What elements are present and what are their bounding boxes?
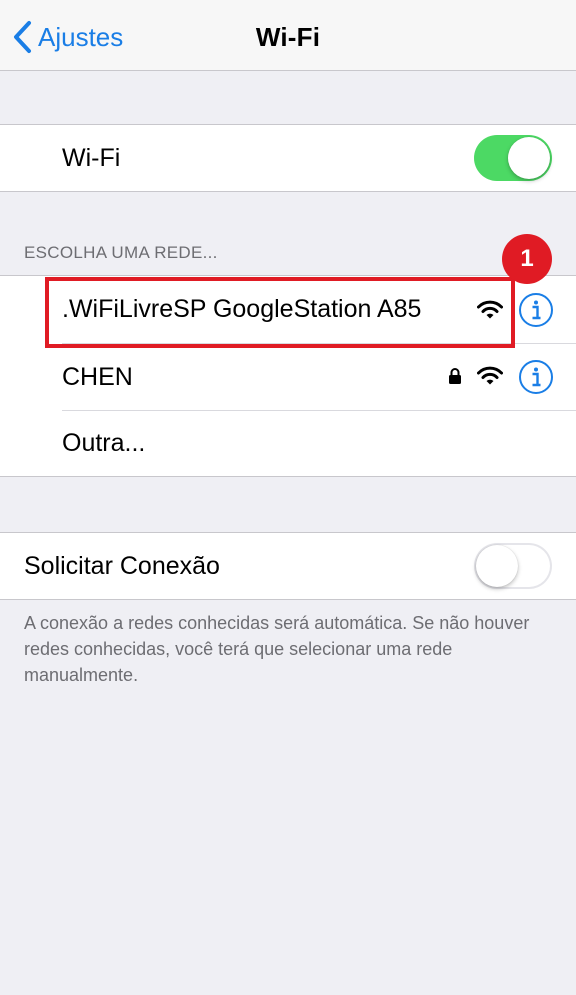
- highlight-annotation-box: [45, 277, 515, 348]
- wifi-toggle-switch[interactable]: [474, 135, 552, 181]
- wifi-toggle-group: Wi-Fi: [0, 124, 576, 192]
- info-icon[interactable]: [518, 359, 554, 395]
- toggle-knob: [476, 545, 518, 587]
- wifi-settings-screen: Ajustes Wi-Fi Wi-Fi ESCOLHA UMA REDE... …: [0, 0, 576, 995]
- wifi-signal-icon: [477, 366, 503, 385]
- lock-icon: [449, 368, 461, 384]
- navigation-bar: Ajustes Wi-Fi: [0, 0, 576, 71]
- other-network-label: Outra...: [62, 429, 146, 457]
- network-name: CHEN: [62, 363, 133, 391]
- network-row[interactable]: CHEN: [0, 344, 576, 410]
- networks-section-header: ESCOLHA UMA REDE...: [24, 243, 218, 262]
- wifi-toggle-row: Wi-Fi: [0, 125, 576, 191]
- ask-to-join-group: Solicitar Conexão: [0, 532, 576, 600]
- step-number-badge: 1: [502, 234, 552, 284]
- other-network-row[interactable]: Outra...: [0, 411, 576, 476]
- wifi-label: Wi-Fi: [62, 144, 121, 172]
- page-title: Wi-Fi: [255, 22, 321, 52]
- ask-to-join-footer: A conexão a redes conhecidas será automá…: [24, 613, 530, 685]
- ask-to-join-label: Solicitar Conexão: [24, 552, 220, 580]
- info-icon[interactable]: [518, 292, 554, 328]
- ask-to-join-toggle-switch[interactable]: [474, 543, 552, 589]
- ask-to-join-row: Solicitar Conexão: [0, 533, 576, 599]
- toggle-knob: [508, 137, 550, 179]
